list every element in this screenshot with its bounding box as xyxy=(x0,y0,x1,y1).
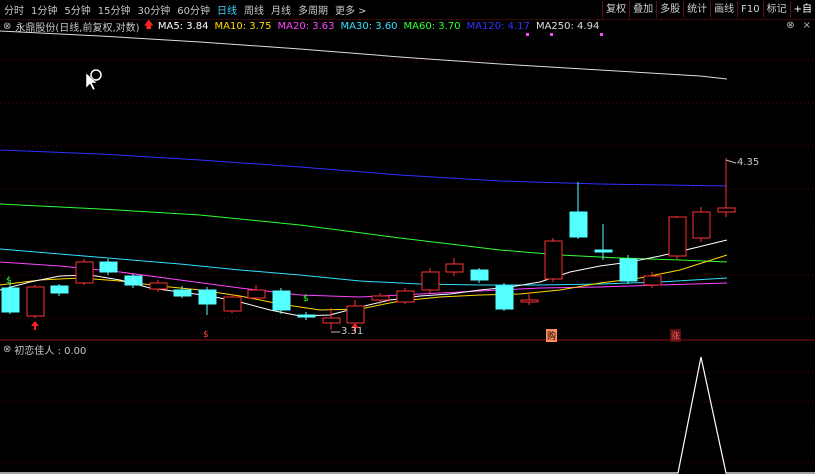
sub-indicator-legend: ⊗ 初恋佳人 : 0.00 xyxy=(0,342,87,357)
sub-collapse-icon[interactable]: ⊗ xyxy=(3,344,11,355)
ma250-line xyxy=(0,30,728,80)
signal-s: $ xyxy=(203,330,209,340)
buy-arrow-icon xyxy=(31,321,39,330)
green-signal-2: $ xyxy=(303,294,309,304)
sub-indicator-line xyxy=(0,356,815,474)
ma60-line xyxy=(0,203,728,263)
ma120-line xyxy=(0,149,728,187)
signal-buy-badge: 购 xyxy=(546,329,558,342)
sub-indicator-label: 初恋佳人 : 0.00 xyxy=(14,345,87,357)
green-signal-1: $ xyxy=(6,276,12,286)
candles xyxy=(1,158,736,330)
ma5-line xyxy=(0,239,728,317)
cursor-ring-icon xyxy=(90,69,102,81)
kline-chart[interactable]: $ $ xyxy=(0,0,815,474)
signal-rise-badge: 涨 xyxy=(670,329,682,342)
high-price-label: 4.35 xyxy=(737,157,760,168)
low-price-label: 3.31 xyxy=(341,326,364,337)
